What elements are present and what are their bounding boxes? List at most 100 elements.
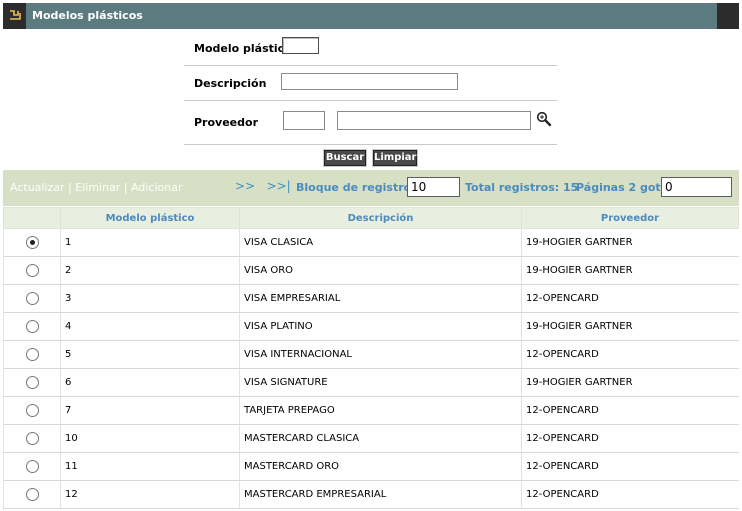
supplier-name-input[interactable] [337,111,531,130]
model-input[interactable] [282,37,319,54]
row-select-cell [3,452,61,481]
supplier-cell: 12-OPENCARD [521,396,739,425]
description-cell: VISA PLATINO [239,312,522,341]
goto-page-input[interactable] [661,177,732,197]
row-select-radio[interactable] [25,376,39,389]
model-column-header[interactable]: Modelo plástico [60,207,240,229]
supplier-cell: 19-HOGIER GARTNER [521,368,739,397]
row-select-cell [3,228,61,257]
model-cell: 12 [60,480,240,509]
description-column-header[interactable]: Descripción [239,207,522,229]
description-cell: MASTERCARD EMPRESARIAL [239,480,522,509]
model-cell: 1 [60,228,240,257]
model-cell: 6 [60,368,240,397]
pages-goto-label: Páginas 2 goto: [576,181,673,194]
model-row: Modelo plástico [184,32,557,66]
table-row[interactable]: 5 VISA INTERNACIONAL 12-OPENCARD [3,340,739,369]
row-select-radio[interactable] [25,320,39,333]
table-header-row: Modelo plástico Descripción Proveedor [3,207,739,229]
last-page-link[interactable]: >>| [267,179,291,193]
model-cell: 10 [60,424,240,453]
supplier-cell: 19-HOGIER GARTNER [521,312,739,341]
model-cell: 7 [60,396,240,425]
model-cell: 4 [60,312,240,341]
supplier-cell: 12-OPENCARD [521,284,739,313]
titlebar-right-block [717,3,739,29]
supplier-cell: 19-HOGIER GARTNER [521,256,739,285]
row-select-radio[interactable] [25,460,39,473]
supplier-cell: 12-OPENCARD [521,340,739,369]
row-select-cell [3,340,61,369]
row-select-radio[interactable] [25,236,39,249]
row-select-cell [3,312,61,341]
supplier-row: Proveedor [184,101,557,145]
table-row[interactable]: 12 MASTERCARD EMPRESARIAL 12-OPENCARD [3,480,739,509]
supplier-cell: 19-HOGIER GARTNER [521,228,739,257]
select-column-header [3,207,61,229]
model-cell: 3 [60,284,240,313]
description-input[interactable] [281,73,458,90]
table-row[interactable]: 4 VISA PLATINO 19-HOGIER GARTNER [3,312,739,341]
window-title: Modelos plásticos [32,9,143,22]
app-icon-box [3,3,26,29]
description-cell: MASTERCARD ORO [239,452,522,481]
row-select-radio[interactable] [25,264,39,277]
block-label: Bloque de registros: [296,181,423,194]
model-label: Modelo plástico [194,42,292,55]
row-select-radio[interactable] [25,404,39,417]
row-select-cell [3,284,61,313]
row-select-radio[interactable] [25,292,39,305]
model-cell: 11 [60,452,240,481]
clear-button[interactable]: Limpiar [372,149,418,167]
description-cell: MASTERCARD CLASICA [239,424,522,453]
description-cell: VISA CLASICA [239,228,522,257]
supplier-cell: 12-OPENCARD [521,424,739,453]
search-icon[interactable] [536,111,552,127]
description-row: Descripción [184,66,557,101]
row-select-cell [3,256,61,285]
separator: | [64,181,76,194]
table-row[interactable]: 6 VISA SIGNATURE 19-HOGIER GARTNER [3,368,739,397]
row-select-cell [3,396,61,425]
description-cell: VISA INTERNACIONAL [239,340,522,369]
total-records-label: Total registros: 15 [465,181,579,194]
row-select-radio[interactable] [25,488,39,501]
records-toolbar: Actualizar | Eliminar | Adicionar >> >>|… [3,170,739,206]
add-link[interactable]: Adicionar [131,181,182,194]
supplier-cell: 12-OPENCARD [521,452,739,481]
table-row[interactable]: 10 MASTERCARD CLASICA 12-OPENCARD [3,424,739,453]
search-button[interactable]: Buscar [323,149,367,167]
supplier-cell: 12-OPENCARD [521,480,739,509]
row-select-cell [3,480,61,509]
description-cell: VISA EMPRESARIAL [239,284,522,313]
separator: | [120,181,132,194]
description-label: Descripción [194,77,267,90]
description-cell: VISA ORO [239,256,522,285]
model-cell: 5 [60,340,240,369]
row-select-radio[interactable] [25,432,39,445]
model-cell: 2 [60,256,240,285]
action-links: Actualizar | Eliminar | Adicionar [10,181,183,194]
row-select-radio[interactable] [25,348,39,361]
module-icon [9,9,21,21]
block-size-input[interactable] [407,177,460,197]
table-row[interactable]: 2 VISA ORO 19-HOGIER GARTNER [3,256,739,285]
row-select-cell [3,424,61,453]
delete-link[interactable]: Eliminar [75,181,120,194]
supplier-column-header[interactable]: Proveedor [521,207,739,229]
table-row[interactable]: 1 VISA CLASICA 19-HOGIER GARTNER [3,228,739,257]
description-cell: VISA SIGNATURE [239,368,522,397]
window-titlebar: Modelos plásticos [3,3,739,29]
pager-nav: >> >>| [235,179,291,193]
row-select-cell [3,368,61,397]
description-cell: TARJETA PREPAGO [239,396,522,425]
supplier-label: Proveedor [194,116,258,129]
table-row[interactable]: 3 VISA EMPRESARIAL 12-OPENCARD [3,284,739,313]
table-row[interactable]: 11 MASTERCARD ORO 12-OPENCARD [3,452,739,481]
table-body: 1 VISA CLASICA 19-HOGIER GARTNER 2 VISA ORO 1… [3,228,739,509]
update-link[interactable]: Actualizar [10,181,65,194]
supplier-code-input[interactable] [283,111,325,130]
records-table: Modelo plástico Descripción Proveedor 1V… [3,207,739,509]
next-page-link[interactable]: >> [235,179,255,193]
table-row[interactable]: 7 TARJETA PREPAGO 12-OPENCARD [3,396,739,425]
